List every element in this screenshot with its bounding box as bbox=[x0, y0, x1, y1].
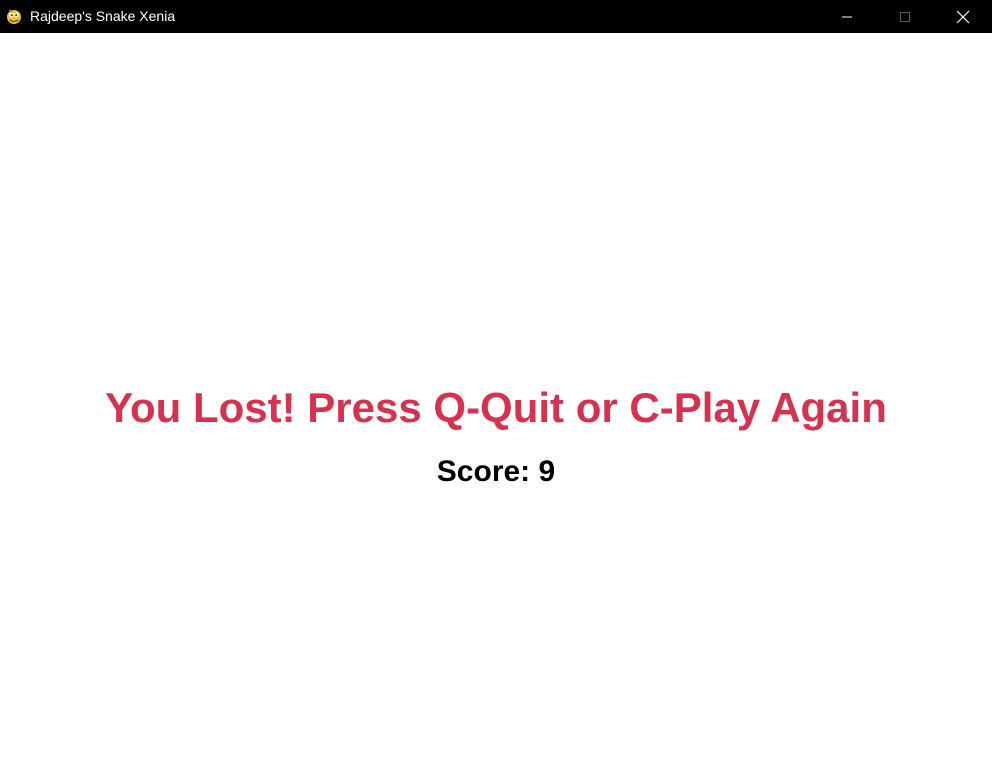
title-bar[interactable]: Rajdeep's Snake Xenia bbox=[0, 0, 992, 33]
score-label: Score: 9 bbox=[436, 455, 556, 488]
window-title: Rajdeep's Snake Xenia bbox=[30, 8, 176, 24]
game-over-message: You Lost! Press Q-Quit or C-Play Again bbox=[105, 384, 887, 431]
maximize-button[interactable] bbox=[876, 0, 934, 33]
minimize-icon bbox=[841, 11, 853, 23]
game-canvas[interactable]: You Lost! Press Q-Quit or C-Play Again S… bbox=[0, 33, 992, 776]
minimize-button[interactable] bbox=[818, 0, 876, 33]
pygame-snake-icon bbox=[5, 7, 23, 25]
window-controls bbox=[818, 0, 992, 33]
close-button[interactable] bbox=[934, 0, 992, 33]
maximize-icon bbox=[899, 11, 911, 23]
close-icon bbox=[956, 10, 970, 24]
game-window: Rajdeep's Snake Xenia You Lost! Press Q-… bbox=[0, 0, 992, 776]
